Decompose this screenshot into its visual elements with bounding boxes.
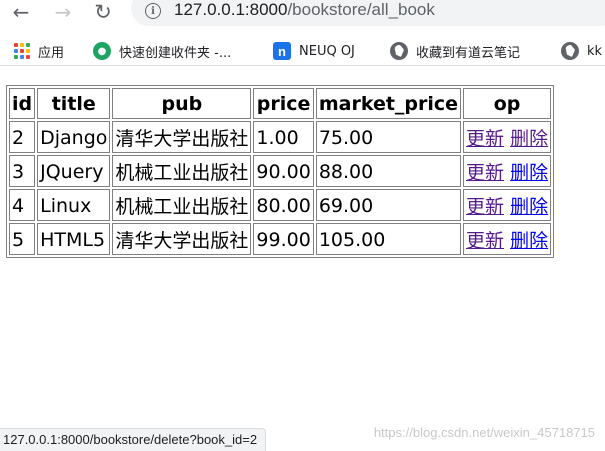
cell-pub: 机械工业出版社	[112, 155, 252, 187]
cell-title: HTML5	[37, 223, 111, 255]
bookmark-label: 应用	[38, 45, 65, 61]
cell-id: 5	[9, 223, 36, 255]
cell-op: 更新 删除	[463, 223, 552, 255]
cell-price: 1.00	[253, 121, 314, 153]
address-bar[interactable]: i 127.0.0.1:8000/bookstore/all_book	[131, 0, 605, 26]
table-row: 5 HTML5 清华大学出版社 99.00 105.00 更新 删除	[9, 223, 552, 255]
cell-id: 3	[9, 155, 36, 187]
table-row: 3 JQuery 机械工业出版社 90.00 88.00 更新 删除	[9, 155, 552, 187]
table-header-row: id title pub price market_price op	[9, 88, 552, 119]
column-header-id: id	[9, 88, 36, 119]
column-header-op: op	[463, 88, 552, 119]
bookmark-apps[interactable]: 应用	[14, 40, 64, 62]
cell-market-price: 75.00	[315, 121, 462, 153]
column-header-market-price: market_price	[315, 88, 462, 119]
url-path: /bookstore/all_book	[287, 0, 435, 19]
reload-icon[interactable]: ↻	[91, 0, 115, 24]
globe-icon	[561, 42, 579, 60]
cell-title: Linux	[37, 189, 111, 221]
info-icon[interactable]: i	[145, 3, 161, 19]
globe-icon	[390, 42, 408, 60]
bookmark-quick-create[interactable]: ● 快速创建收件夹 -...	[93, 40, 231, 62]
cell-op: 更新 删除	[463, 121, 552, 153]
cell-op: 更新 删除	[463, 189, 552, 221]
column-header-pub: pub	[112, 88, 252, 119]
n-logo-icon: n	[273, 42, 291, 60]
bookmark-label: NEUQ OJ	[299, 43, 355, 59]
delete-link[interactable]: 删除	[510, 162, 548, 184]
forward-arrow-icon[interactable]: →	[51, 0, 75, 24]
status-bar: 127.0.0.1:8000/bookstore/delete?book_id=…	[0, 428, 267, 451]
column-header-price: price	[253, 88, 314, 119]
cell-price: 99.00	[253, 223, 314, 255]
bookmark-youdao[interactable]: 收藏到有道云笔记	[390, 40, 520, 62]
column-header-title: title	[37, 88, 111, 119]
update-link[interactable]: 更新	[466, 230, 504, 252]
cell-market-price: 69.00	[315, 189, 462, 221]
update-link[interactable]: 更新	[466, 162, 504, 184]
url-text[interactable]: 127.0.0.1:8000/bookstore/all_book	[174, 0, 435, 20]
bookmark-neuq-oj[interactable]: n NEUQ OJ	[273, 40, 355, 62]
delete-link[interactable]: 删除	[510, 230, 548, 252]
table-row: 4 Linux 机械工业出版社 80.00 69.00 更新 删除	[9, 189, 552, 221]
cell-pub: 机械工业出版社	[112, 189, 252, 221]
watermark: https://blog.csdn.net/weixin_45718715	[373, 425, 595, 440]
url-host: 127.0.0.1:8000	[174, 0, 288, 19]
delete-link[interactable]: 删除	[510, 196, 548, 218]
bookmark-label: 快速创建收件夹 -...	[119, 45, 232, 61]
cell-title: Django	[37, 121, 111, 153]
table-row: 2 Django 清华大学出版社 1.00 75.00 更新 删除	[9, 121, 552, 153]
update-link[interactable]: 更新	[466, 128, 504, 150]
apps-grid-icon	[14, 43, 30, 59]
delete-link[interactable]: 删除	[510, 128, 548, 150]
cell-market-price: 105.00	[315, 223, 462, 255]
cell-price: 90.00	[253, 155, 314, 187]
cell-price: 80.00	[253, 189, 314, 221]
cell-market-price: 88.00	[315, 155, 462, 187]
bookmark-kk[interactable]: kk	[561, 40, 602, 62]
cell-id: 4	[9, 189, 36, 221]
bookmark-label: 收藏到有道云笔记	[416, 45, 521, 61]
green-circle-icon: ●	[93, 42, 111, 60]
cell-op: 更新 删除	[463, 155, 552, 187]
browser-toolbar: ← → ↻ i 127.0.0.1:8000/bookstore/all_boo…	[0, 0, 605, 30]
bookmark-label: kk	[587, 43, 603, 59]
page-content: id title pub price market_price op 2 Dja…	[6, 85, 555, 258]
cell-pub: 清华大学出版社	[112, 121, 252, 153]
back-arrow-icon[interactable]: ←	[9, 0, 33, 24]
cell-id: 2	[9, 121, 36, 153]
bookmarks-bar: 应用 ● 快速创建收件夹 -... n NEUQ OJ 收藏到有道云笔记 kk	[0, 36, 605, 66]
cell-pub: 清华大学出版社	[112, 223, 252, 255]
cell-title: JQuery	[37, 155, 111, 187]
books-table: id title pub price market_price op 2 Dja…	[6, 85, 555, 258]
update-link[interactable]: 更新	[466, 196, 504, 218]
